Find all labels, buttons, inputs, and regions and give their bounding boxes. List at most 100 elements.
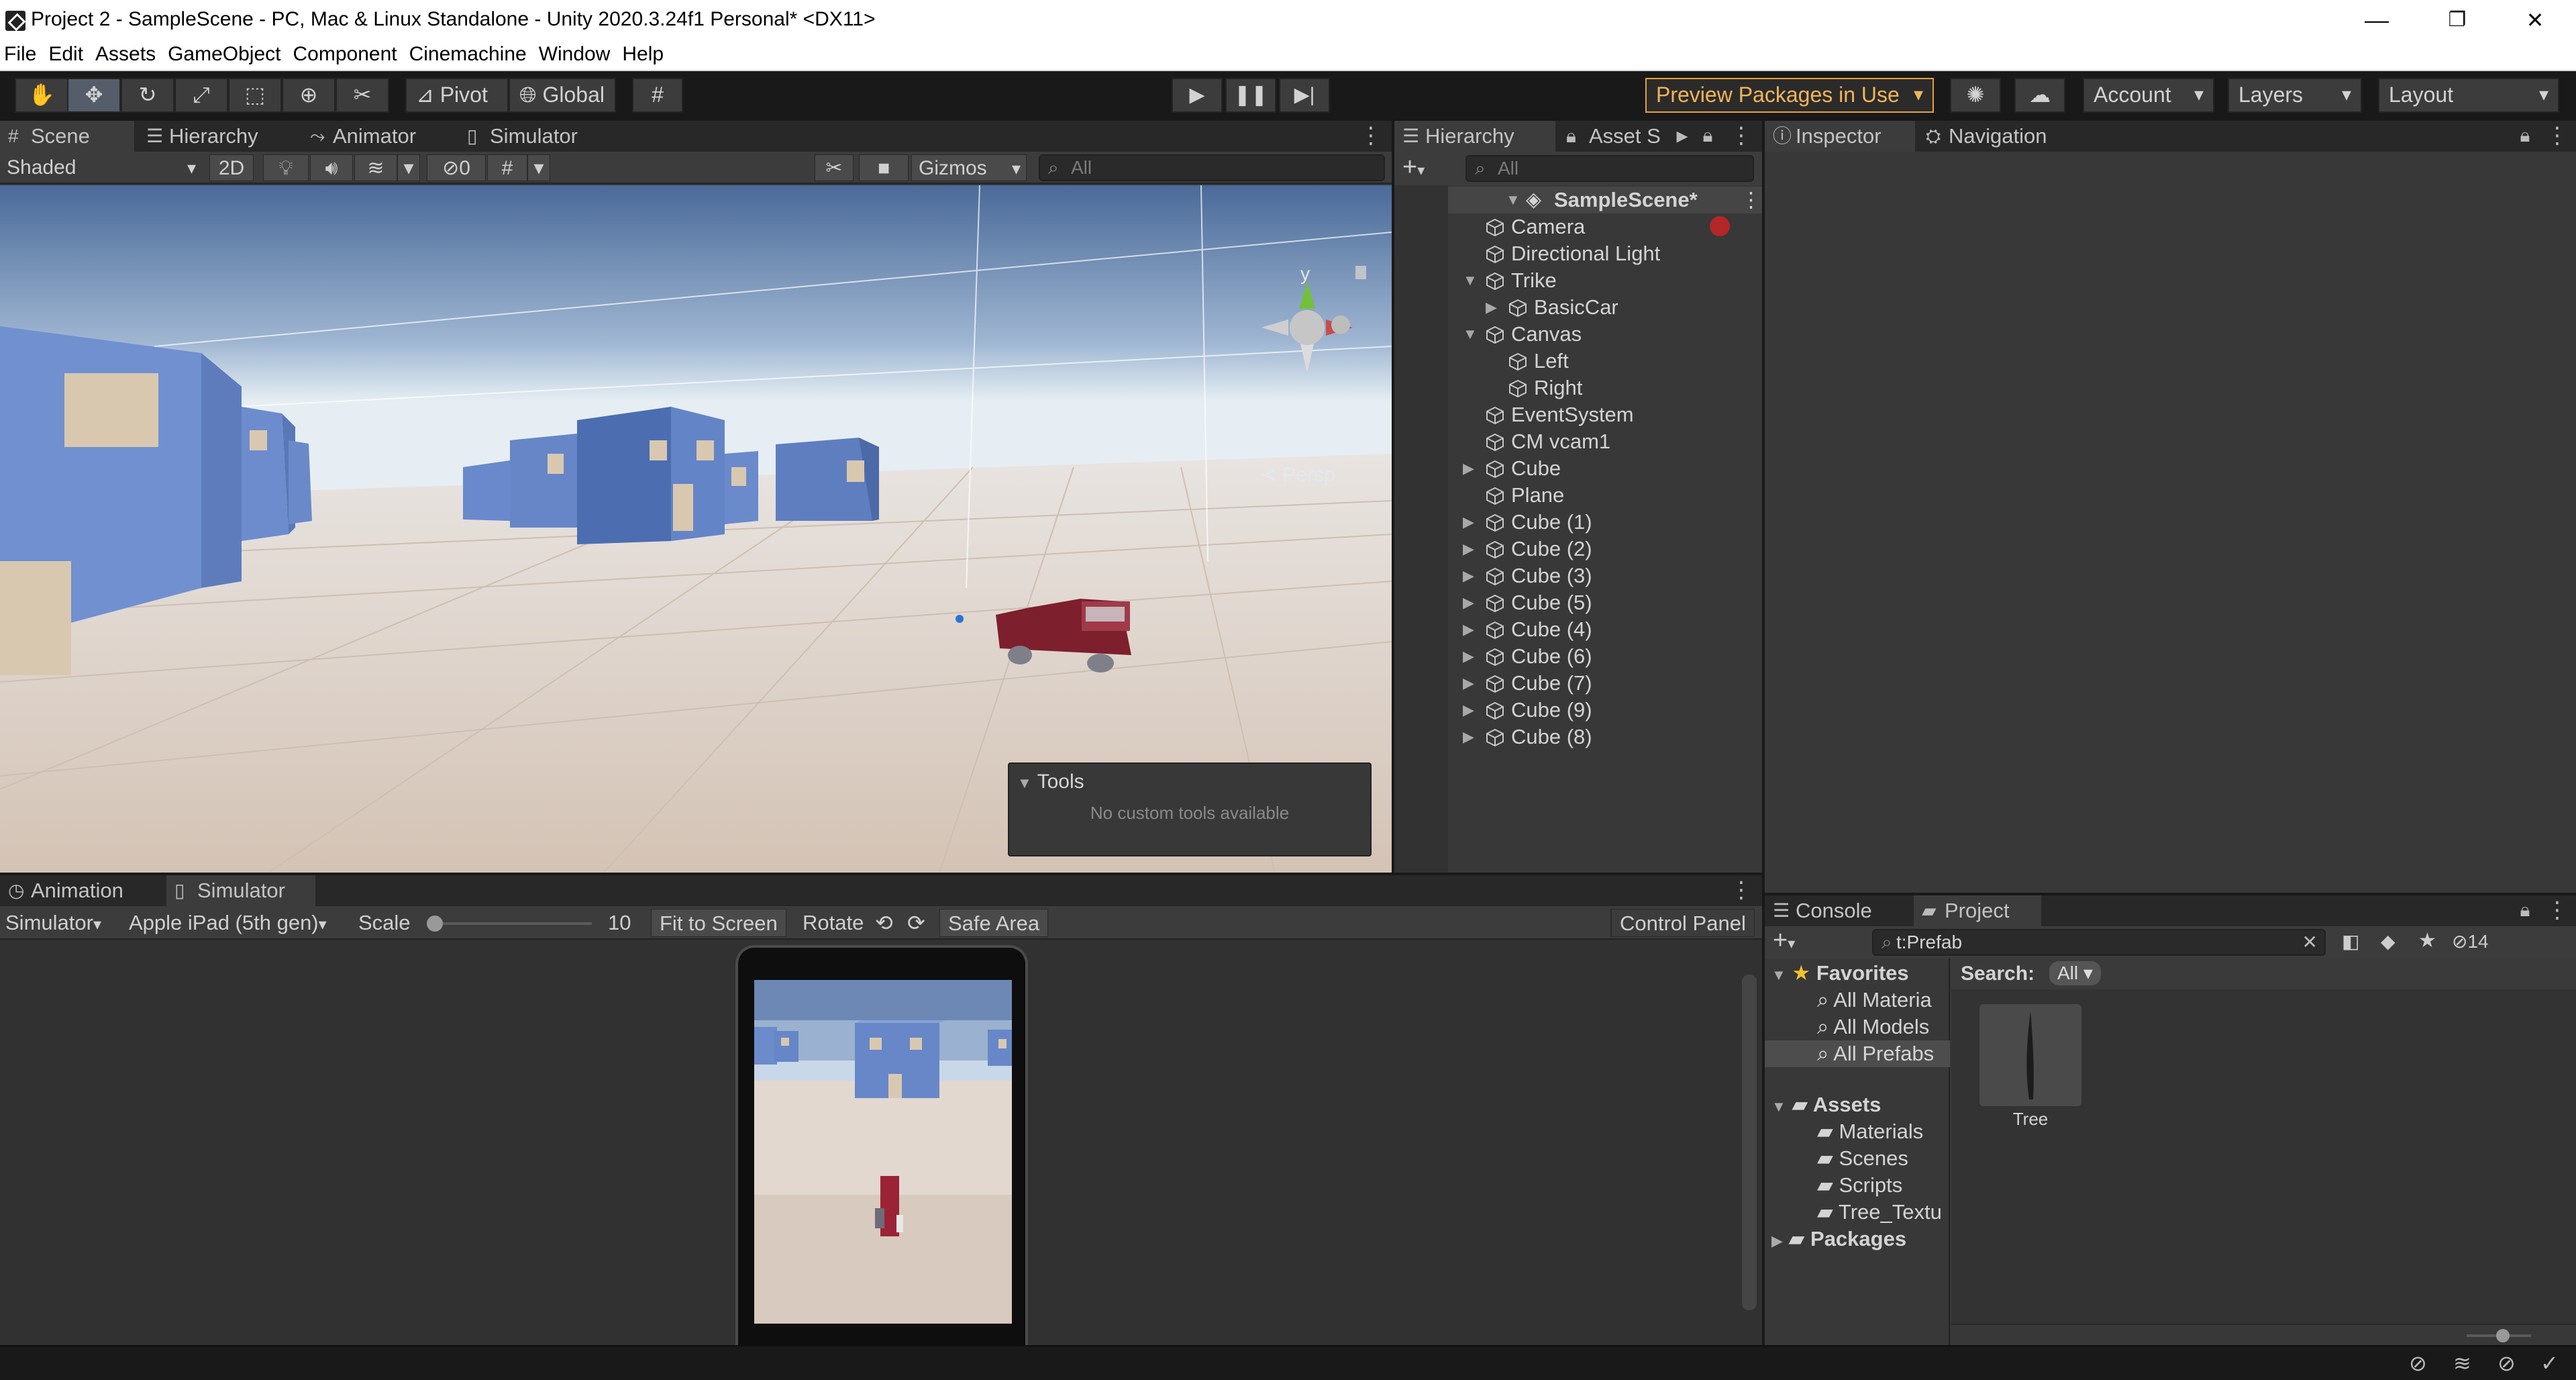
hierarchy-item[interactable]: ▼ Canvas <box>1448 321 1762 348</box>
scene-search-input[interactable]: All <box>1039 154 1385 181</box>
persp-label[interactable]: ≺ Persp <box>1260 463 1335 487</box>
control-panel-button[interactable]: Control Panel <box>1610 909 1755 937</box>
inspector-panel-menu[interactable]: ⋮ <box>2546 124 2569 149</box>
fit-to-screen-button[interactable]: Fit to Screen <box>651 909 786 937</box>
tree-prefab-thumbnail[interactable] <box>1979 1004 2081 1106</box>
menu-component[interactable]: Component <box>293 40 397 68</box>
packages-section[interactable]: ▶ ▰ Packages <box>1771 1226 1906 1252</box>
layers-dropdown[interactable]: Layers <box>2228 78 2362 113</box>
triangle-right-icon[interactable]: ▶ <box>1463 536 1474 562</box>
clear-search-icon[interactable]: ✕ <box>2302 930 2318 954</box>
effects-dropdown[interactable]: ▾ <box>397 154 420 181</box>
hierarchy-item[interactable]: ▶ Cube (8) <box>1448 724 1762 750</box>
audio-toggle[interactable]: 🔊︎ <box>310 154 353 181</box>
tab-console[interactable]: ☰ Console <box>1765 895 1910 926</box>
global-toggle[interactable]: 🌐︎ Global <box>509 78 616 113</box>
tab-scene[interactable]: # Scene <box>0 121 134 152</box>
hierarchy-item[interactable]: ▶ Cube (9) <box>1448 697 1762 724</box>
hierarchy-item[interactable]: ▶ Cube (2) <box>1448 536 1762 562</box>
tools-overlay-header[interactable]: ▼ Tools <box>1017 771 1084 793</box>
hidden-packages-toggle[interactable]: ⊘14 <box>2452 930 2489 952</box>
account-dropdown[interactable]: Account <box>2083 78 2214 113</box>
safe-area-toggle[interactable]: Safe Area <box>939 909 1049 937</box>
pause-button[interactable]: ❚❚ <box>1225 78 1276 113</box>
gizmos-dropdown[interactable]: Gizmos <box>911 154 1027 182</box>
tab-hierarchy-scene[interactable]: ☰ Hierarchy <box>138 121 299 152</box>
lighting-toggle[interactable]: 💡︎ <box>263 154 309 181</box>
hierarchy-item[interactable]: EventSystem <box>1448 401 1762 428</box>
hierarchy-item[interactable]: ▶ Cube (5) <box>1448 589 1762 616</box>
pivot-toggle[interactable]: ⊿ Pivot <box>405 78 509 113</box>
project-panel-menu[interactable]: ⋮ <box>2546 898 2569 924</box>
hierarchy-search-input[interactable]: All <box>1465 155 1754 182</box>
play-button[interactable]: ▶ <box>1172 78 1223 113</box>
close-button[interactable]: ✕ <box>2496 3 2574 38</box>
icon-size-slider-thumb[interactable] <box>2496 1329 2510 1342</box>
minimize-button[interactable]: — <box>2338 3 2416 38</box>
transform-tool-button[interactable]: ⊕ <box>282 78 336 113</box>
grid-dropdown[interactable]: ▾ <box>527 154 550 181</box>
rect-tool-button[interactable]: ⬚ <box>228 78 282 113</box>
simulator-mode-dropdown[interactable]: Simulator▾ <box>5 909 101 937</box>
scene-visibility-toggle[interactable]: ⊘0 <box>427 154 486 181</box>
triangle-down-icon[interactable]: ▼ <box>1463 321 1478 348</box>
scene-tools-button[interactable]: ✂ <box>815 154 854 181</box>
folder-materials[interactable]: ▰ Materials <box>1817 1118 1950 1145</box>
effects-toggle[interactable]: ≋ <box>354 154 397 181</box>
hierarchy-item[interactable]: ▶ Cube (1) <box>1448 509 1762 536</box>
collab-button[interactable]: ✺ <box>1950 78 2001 113</box>
hierarchy-item[interactable]: ▶ Cube <box>1448 455 1762 482</box>
tab-inspector[interactable]: ⓘ Inspector <box>1765 121 1915 152</box>
tab-simulator-top[interactable]: ▯ Simulator <box>459 121 627 152</box>
inspector-lock-icon[interactable]: 🔒︎ <box>2515 124 2535 149</box>
progress-check-icon[interactable]: ✓ <box>2540 1350 2559 1376</box>
scale-tool-button[interactable]: ⤢ <box>174 78 228 113</box>
hierarchy-item[interactable]: ▶ Cube (4) <box>1448 616 1762 643</box>
hierarchy-item[interactable]: Plane <box>1448 482 1762 509</box>
simulator-panel-menu[interactable]: ⋮ <box>1730 878 1753 903</box>
layout-dropdown[interactable]: Layout <box>2378 78 2559 113</box>
shading-mode-dropdown[interactable]: Shaded <box>0 154 201 181</box>
auto-generate-icon[interactable]: ⊘ <box>2497 1350 2516 1376</box>
triangle-right-icon[interactable]: ▶ <box>1463 697 1474 724</box>
grid-snap-button[interactable]: # <box>632 78 683 113</box>
scene-viewport[interactable]: y ≺ Persp ▼ Tools No custom tools availa… <box>0 185 1392 873</box>
hand-tool-button[interactable]: ✋ <box>15 78 68 113</box>
hierarchy-item[interactable]: Directional Light <box>1448 240 1762 267</box>
triangle-right-icon[interactable]: ▶ <box>1463 562 1474 589</box>
hierarchy-item[interactable]: ▶ Cube (7) <box>1448 670 1762 697</box>
hierarchy-item[interactable]: ▼ Trike <box>1448 267 1762 294</box>
scale-slider-thumb[interactable] <box>427 916 443 932</box>
tab-hierarchy[interactable]: ☰ Hierarchy <box>1394 121 1555 152</box>
rotate-tool-button[interactable]: ↻ <box>121 78 174 113</box>
camera-button[interactable]: ■ <box>859 154 909 181</box>
cache-icon[interactable]: ≋ <box>2453 1350 2471 1376</box>
menu-gameobject[interactable]: GameObject <box>168 40 280 68</box>
device-dropdown[interactable]: Apple iPad (5th gen)▾ <box>129 909 327 937</box>
menu-assets[interactable]: Assets <box>95 40 156 68</box>
rotate-left-button[interactable]: ⟲ <box>875 909 893 937</box>
tab-project[interactable]: ▰ Project <box>1914 895 2041 926</box>
project-create-button[interactable]: +▾ <box>1773 926 1795 955</box>
assets-section[interactable]: ▼ ▰ Assets <box>1771 1091 1881 1118</box>
restore-button[interactable]: ❐ <box>2418 3 2496 38</box>
hierarchy-item[interactable]: ▶ Cube (3) <box>1448 562 1762 589</box>
tab-animation[interactable]: ◷ Animation <box>0 875 161 906</box>
triangle-right-icon[interactable]: ▶ <box>1463 589 1474 616</box>
2d-toggle[interactable]: 2D <box>209 154 254 181</box>
cloud-button[interactable]: ☁ <box>2014 78 2065 113</box>
menu-edit[interactable]: Edit <box>48 40 83 68</box>
favorite-all-prefabs[interactable]: ⌕ All Prefabs <box>1765 1040 1950 1067</box>
menu-cinemachine[interactable]: Cinemachine <box>409 40 527 68</box>
tab-navigation[interactable]: ⛭ Navigation <box>1918 121 2072 152</box>
menu-file[interactable]: File <box>4 40 36 68</box>
hierarchy-scene-row[interactable]: ▼ ◈ SampleScene* ⋮ <box>1448 187 1762 213</box>
project-search-input[interactable]: t:Prefab✕ <box>1872 929 2326 956</box>
scale-slider-track[interactable] <box>433 922 592 925</box>
triangle-right-icon[interactable]: ▶ <box>1463 670 1474 697</box>
search-scope-all[interactable]: All ▾ <box>2049 961 2101 985</box>
simulator-scrollbar[interactable] <box>1742 975 1757 1310</box>
preview-packages-button[interactable]: Preview Packages in Use <box>1645 78 1934 113</box>
hierarchy-item[interactable]: ▶ Cube (6) <box>1448 643 1762 670</box>
project-lock-icon[interactable]: 🔒︎ <box>2515 898 2535 924</box>
